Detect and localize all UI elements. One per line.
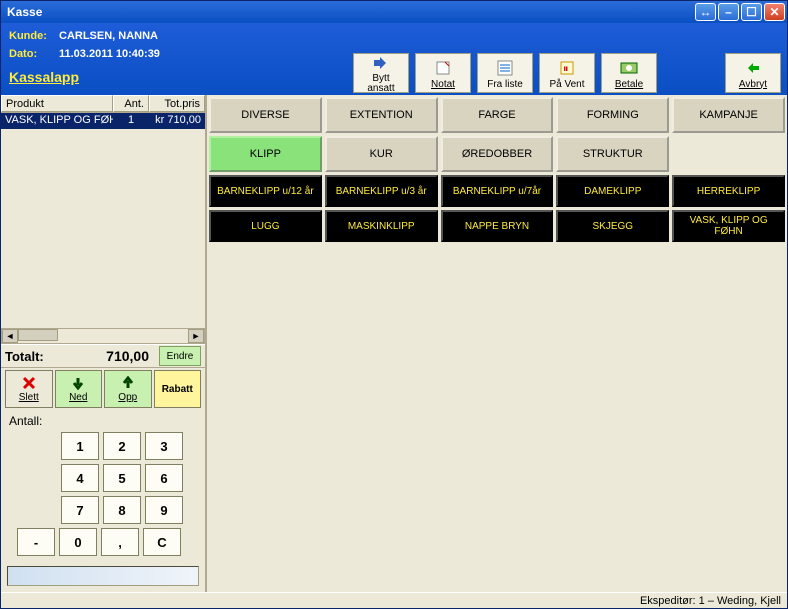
col-qty[interactable]: Ant. xyxy=(113,95,149,112)
key-1[interactable]: 1 xyxy=(61,432,99,460)
status-bar: Ekspeditør: 1 – Weding, Kjell xyxy=(1,592,787,608)
svc-nappe-bryn[interactable]: NAPPE BRYN xyxy=(441,210,554,242)
key-9[interactable]: 9 xyxy=(145,496,183,524)
col-total[interactable]: Tot.pris xyxy=(149,95,205,112)
note-icon xyxy=(435,59,451,77)
swap-icon xyxy=(372,55,390,71)
fra-liste-button[interactable]: Fra liste xyxy=(477,53,533,93)
qty-row: Antall: xyxy=(1,410,205,428)
category-kampanje[interactable]: KAMPANJE xyxy=(672,97,785,133)
product-list-header: Produkt Ant. Tot.pris xyxy=(1,95,205,113)
qty-label: Antall: xyxy=(9,414,42,428)
category-farge[interactable]: FARGE xyxy=(441,97,554,133)
category-extention[interactable]: EXTENTION xyxy=(325,97,438,133)
scroll-left-icon[interactable]: ◄ xyxy=(2,329,18,343)
rewind-button[interactable]: ↔ xyxy=(695,3,716,21)
customer-name: CARLSEN, NANNA xyxy=(59,30,158,42)
close-button[interactable]: ✕ xyxy=(764,3,785,21)
delete-icon xyxy=(22,375,36,391)
avbryt-button[interactable]: Avbryt xyxy=(725,53,781,93)
notat-button[interactable]: Notat xyxy=(415,53,471,93)
svc-maskinklipp[interactable]: MASKINKLIPP xyxy=(325,210,438,242)
rabatt-button[interactable]: Rabatt xyxy=(154,370,202,408)
customer-label: Kunde: xyxy=(9,30,59,42)
category-struktur[interactable]: STRUKTUR xyxy=(556,136,669,172)
svc-herreklipp[interactable]: HERREKLIPP xyxy=(672,175,785,207)
bytt-label2: ansatt xyxy=(367,83,394,94)
key-comma[interactable]: , xyxy=(101,528,139,556)
pay-icon xyxy=(620,59,638,77)
list-icon xyxy=(497,59,513,77)
cancel-icon xyxy=(745,59,761,77)
key-7[interactable]: 7 xyxy=(61,496,99,524)
key-minus[interactable]: - xyxy=(17,528,55,556)
category-grid: DIVERSE EXTENTION FARGE FORMING KAMPANJE… xyxy=(209,97,785,172)
action-row: Slett Ned Opp Rabatt xyxy=(1,368,205,410)
date-label: Dato: xyxy=(9,48,59,60)
pause-icon: ⏸ xyxy=(559,59,575,77)
category-oredobber[interactable]: ØREDOBBER xyxy=(441,136,554,172)
opp-button[interactable]: Opp xyxy=(104,370,152,408)
svc-dameklipp[interactable]: DAMEKLIPP xyxy=(556,175,669,207)
key-2[interactable]: 2 xyxy=(103,432,141,460)
pa-vent-button[interactable]: ⏸ På Vent xyxy=(539,53,595,93)
titlebar: Kasse ↔ – ☐ ✕ xyxy=(1,1,787,23)
window-title: Kasse xyxy=(7,5,693,19)
service-grid: BARNEKLIPP u/12 år BARNEKLIPP u/3 år BAR… xyxy=(209,175,785,242)
category-forming[interactable]: FORMING xyxy=(556,97,669,133)
svc-lugg[interactable]: LUGG xyxy=(209,210,322,242)
main: Produkt Ant. Tot.pris VASK, KLIPP OG FØH… xyxy=(1,95,787,592)
right-panel: DIVERSE EXTENTION FARGE FORMING KAMPANJE… xyxy=(207,95,787,592)
total-label: Totalt: xyxy=(5,349,44,364)
left-panel: Produkt Ant. Tot.pris VASK, KLIPP OG FØH… xyxy=(1,95,207,592)
keypad-bottom: - 0 , C xyxy=(1,528,205,560)
header: Kunde: CARLSEN, NANNA Dato: 11.03.2011 1… xyxy=(1,23,787,95)
horizontal-scrollbar[interactable]: ◄ ► xyxy=(1,328,205,344)
key-0[interactable]: 0 xyxy=(59,528,97,556)
total-row: Totalt: 710,00 Endre xyxy=(1,344,205,368)
svg-text:⏸: ⏸ xyxy=(563,63,569,75)
status-text: Ekspeditør: 1 – Weding, Kjell xyxy=(640,595,781,607)
ned-button[interactable]: Ned xyxy=(55,370,103,408)
section-title: Kassalapp xyxy=(9,69,79,85)
scroll-right-icon[interactable]: ► xyxy=(188,329,204,343)
product-list[interactable]: VASK, KLIPP OG FØHN 1 kr 710,00 xyxy=(1,113,205,328)
amount-input[interactable] xyxy=(7,566,199,586)
key-8[interactable]: 8 xyxy=(103,496,141,524)
key-3[interactable]: 3 xyxy=(145,432,183,460)
col-product[interactable]: Produkt xyxy=(1,95,113,112)
maximize-button[interactable]: ☐ xyxy=(741,3,762,21)
svc-vask-klipp-fohn[interactable]: VASK, KLIPP OG FØHN xyxy=(672,210,785,242)
scroll-thumb[interactable] xyxy=(18,329,58,341)
arrow-up-icon xyxy=(121,375,135,391)
bytt-ansatt-button[interactable]: Bytt ansatt xyxy=(353,53,409,93)
key-4[interactable]: 4 xyxy=(61,464,99,492)
date-value: 11.03.2011 10:40:39 xyxy=(59,48,160,60)
total-value: 710,00 xyxy=(48,348,155,364)
keypad: 1 2 3 4 5 6 7 8 9 xyxy=(1,428,205,528)
key-clear[interactable]: C xyxy=(143,528,181,556)
toolbar: Bytt ansatt Notat Fra liste ⏸ På Vent B xyxy=(353,53,781,93)
betale-button[interactable]: Betale xyxy=(601,53,657,93)
svc-skjegg[interactable]: SKJEGG xyxy=(556,210,669,242)
endre-button[interactable]: Endre xyxy=(159,346,201,366)
svc-barneklipp-7[interactable]: BARNEKLIPP u/7år xyxy=(441,175,554,207)
category-kur[interactable]: KUR xyxy=(325,136,438,172)
arrow-down-icon xyxy=(71,375,85,391)
key-5[interactable]: 5 xyxy=(103,464,141,492)
svc-barneklipp-3[interactable]: BARNEKLIPP u/3 år xyxy=(325,175,438,207)
slett-button[interactable]: Slett xyxy=(5,370,53,408)
minimize-button[interactable]: – xyxy=(718,3,739,21)
category-klipp[interactable]: KLIPP xyxy=(209,136,322,172)
key-6[interactable]: 6 xyxy=(145,464,183,492)
category-diverse[interactable]: DIVERSE xyxy=(209,97,322,133)
svc-barneklipp-12[interactable]: BARNEKLIPP u/12 år xyxy=(209,175,322,207)
product-row[interactable]: VASK, KLIPP OG FØHN 1 kr 710,00 xyxy=(1,113,205,129)
